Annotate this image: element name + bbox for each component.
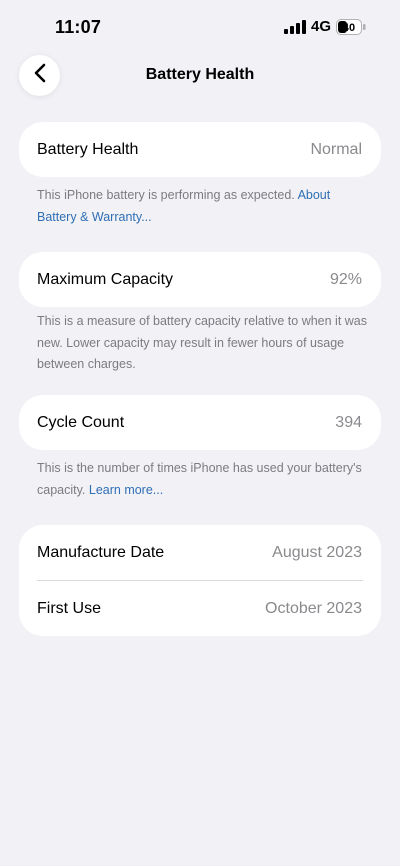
battery-health-row: Battery Health Normal [19,122,381,177]
learn-more-link[interactable]: Learn more... [89,483,163,497]
status-bar: 11:07 4G 40 [0,0,400,54]
battery-health-note: This iPhone battery is performing as exp… [37,185,367,228]
first-use-row: First Use October 2023 [19,581,381,636]
battery-health-label: Battery Health [37,140,139,158]
maximum-capacity-value: 92% [329,270,362,288]
battery-health-value: Normal [310,140,362,158]
battery-icon: 40 [336,19,366,40]
cycle-count-note: This is the number of times iPhone has u… [37,458,367,501]
dates-card: Manufacture Date August 2023 First Use O… [19,525,381,636]
maximum-capacity-card: Maximum Capacity 92% [19,252,381,307]
manufacture-date-label: Manufacture Date [37,543,165,561]
first-use-label: First Use [37,599,101,617]
battery-health-note-text: This iPhone battery is performing as exp… [37,188,298,202]
maximum-capacity-note: This is a measure of battery capacity re… [37,314,368,371]
maximum-capacity-row: Maximum Capacity 92% [19,252,381,307]
cycle-count-value: 394 [335,413,362,431]
cycle-count-note-text: This is the number of times iPhone has u… [37,461,362,497]
battery-level-text: 40 [343,22,355,34]
first-use-value: October 2023 [265,599,362,617]
manufacture-date-value: August 2023 [272,543,362,561]
network-type: 4G [311,18,332,35]
status-time: 11:07 [55,17,102,37]
cycle-count-label: Cycle Count [37,413,125,431]
page-title: Battery Health [145,66,255,83]
cycle-count-card: Cycle Count 394 [19,395,381,450]
battery-health-card: Battery Health Normal [19,122,381,177]
manufacture-date-row: Manufacture Date August 2023 [19,525,381,580]
maximum-capacity-label: Maximum Capacity [37,270,174,288]
cycle-count-row: Cycle Count 394 [19,395,381,450]
cellular-signal-icon [284,20,306,39]
